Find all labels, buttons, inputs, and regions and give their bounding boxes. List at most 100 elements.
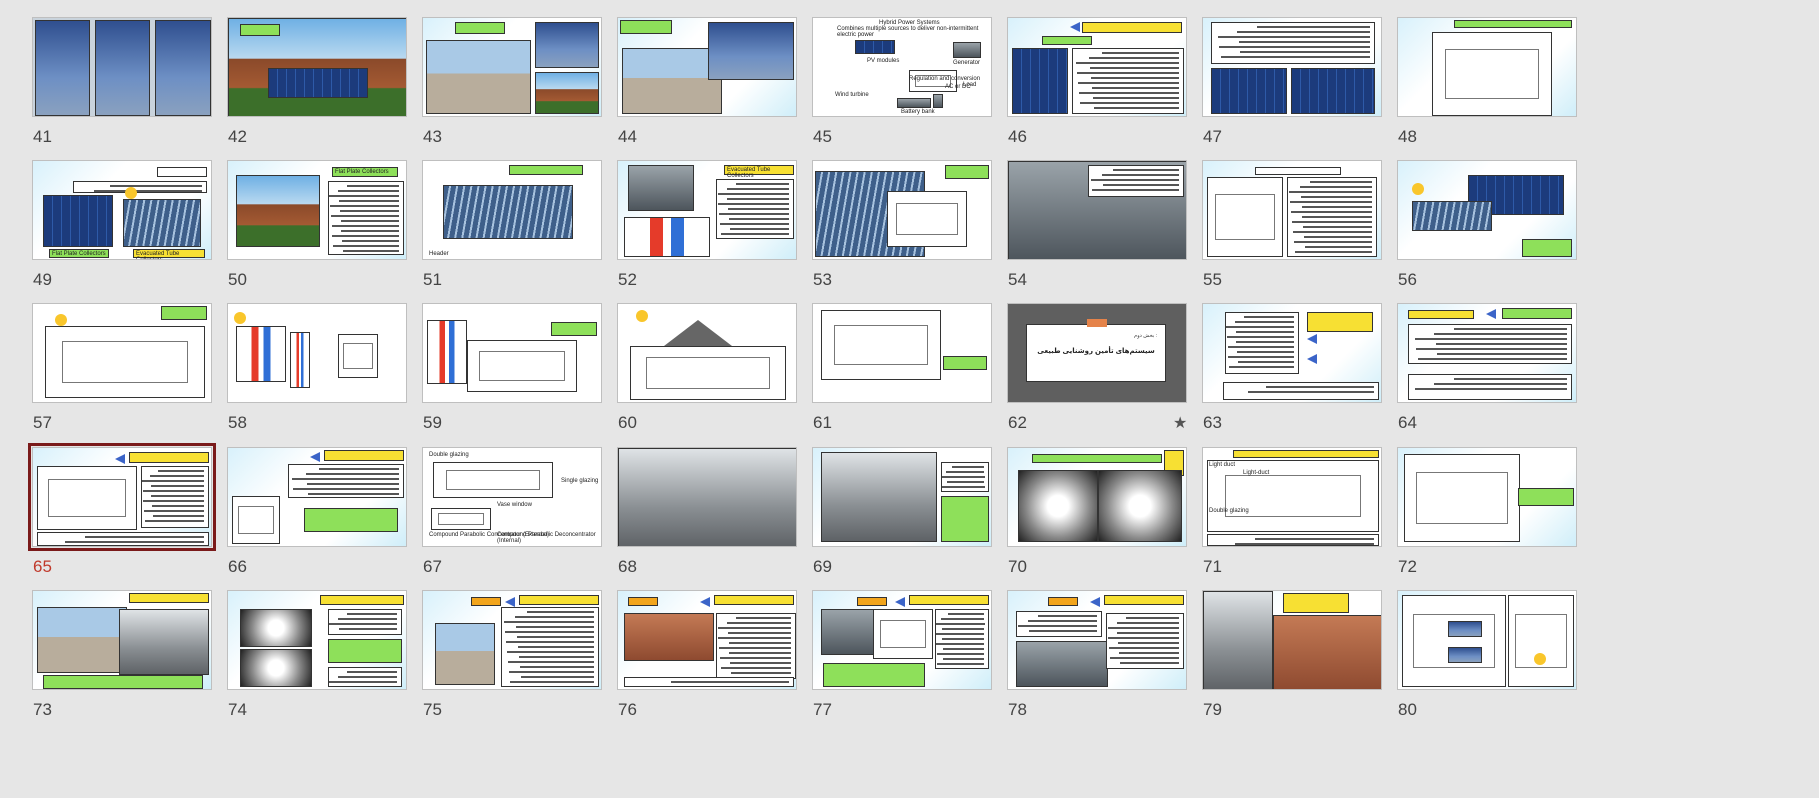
caption-tag	[43, 675, 203, 689]
slide-thumbnail-46[interactable]: 46	[1007, 17, 1191, 147]
slide-preview[interactable]: Evacuated Tube Collectors	[617, 160, 797, 260]
slide-preview[interactable]	[812, 303, 992, 403]
slide-number: 69	[813, 557, 832, 576]
text-line	[340, 220, 399, 222]
text-line	[506, 651, 594, 653]
slide-preview[interactable]	[32, 303, 212, 403]
slide-preview[interactable]: Hybrid Power Systems Combines multiple so…	[812, 17, 992, 117]
thumb-text-box	[1225, 312, 1299, 374]
slide-thumbnail-63[interactable]: 63	[1202, 303, 1386, 433]
slide-thumbnail-71[interactable]: Light-duct Light duct Double glazing 71	[1202, 447, 1386, 577]
slide-preview[interactable]	[1007, 447, 1187, 547]
slide-thumbnail-49[interactable]: Flat Plate Collectors Evacuated Tube Coll…	[32, 160, 216, 290]
slide-preview[interactable]	[812, 447, 992, 547]
slide-preview[interactable]: Light-duct Light duct Double glazing	[1202, 447, 1382, 547]
slide-preview[interactable]	[1397, 303, 1577, 403]
slide-thumbnail-73[interactable]: 73	[32, 590, 216, 720]
slide-thumbnail-72[interactable]: 72	[1397, 447, 1581, 577]
slide-thumbnail-75[interactable]: 75	[422, 590, 606, 720]
slide-preview[interactable]	[422, 590, 602, 690]
slide-preview[interactable]	[1202, 590, 1382, 690]
slide-preview[interactable]: Flat Plate Collectors	[227, 160, 407, 260]
slide-preview[interactable]	[422, 303, 602, 403]
slide-preview[interactable]	[32, 17, 212, 117]
text-line	[1237, 361, 1294, 363]
text-line	[331, 225, 399, 227]
slide-number: 67	[423, 557, 442, 576]
slide-preview[interactable]	[1007, 17, 1187, 117]
slide-thumbnail-52[interactable]: Evacuated Tube Collectors 52	[617, 160, 801, 290]
slide-preview[interactable]: Flat Plate Collectors Evacuated Tube Coll…	[32, 160, 212, 260]
text-line	[717, 627, 791, 629]
slide-thumbnail-48[interactable]: 48	[1397, 17, 1581, 147]
slide-thumbnail-68[interactable]: 68	[617, 447, 801, 577]
slide-thumbnail-69[interactable]: 69	[812, 447, 996, 577]
slide-thumbnail-79[interactable]: 79	[1202, 590, 1386, 720]
slide-thumbnail-74[interactable]: 74	[227, 590, 411, 720]
slide-thumbnail-70[interactable]: 70	[1007, 447, 1191, 577]
slide-preview[interactable]: Header	[422, 160, 602, 260]
slide-preview[interactable]	[422, 17, 602, 117]
slide-preview[interactable]	[227, 590, 407, 690]
slide-thumbnail-54[interactable]: 54	[1007, 160, 1191, 290]
slide-preview[interactable]	[28, 443, 216, 551]
slide-preview[interactable]	[617, 447, 797, 547]
slide-preview[interactable]	[1202, 303, 1382, 403]
storage-diagram	[1412, 201, 1492, 231]
slide-thumbnail-58[interactable]: 58	[227, 303, 411, 433]
slide-thumbnail-57[interactable]: 57	[32, 303, 216, 433]
text-line	[1299, 186, 1372, 188]
slide-preview[interactable]	[1007, 590, 1187, 690]
slide-thumbnail-47[interactable]: 47	[1202, 17, 1386, 147]
text-line	[1102, 52, 1179, 54]
slide-thumbnail-78[interactable]: 78	[1007, 590, 1191, 720]
slide-preview[interactable]	[227, 17, 407, 117]
thumb-text-box	[1223, 382, 1379, 400]
slide-preview[interactable]: بخش دوم : سیستم‌های تأمین روشنایی طبیعی	[1007, 303, 1187, 403]
slide-preview[interactable]	[32, 590, 212, 690]
slide-preview[interactable]	[227, 447, 407, 547]
slide-preview[interactable]	[1397, 160, 1577, 260]
slide-thumbnail-51[interactable]: Header 51	[422, 160, 606, 290]
slide-preview[interactable]	[812, 160, 992, 260]
slide-preview[interactable]	[1202, 17, 1382, 117]
slide-thumbnail-64[interactable]: 64	[1397, 303, 1581, 433]
slide-thumbnail-62[interactable]: بخش دوم : سیستم‌های تأمین روشنایی طبیعی ★ 6…	[1007, 303, 1191, 433]
text-line	[1077, 82, 1179, 84]
slide-thumbnail-55[interactable]: 55	[1202, 160, 1386, 290]
slide-thumbnail-80[interactable]: 80	[1397, 590, 1581, 720]
slide-preview[interactable]	[617, 590, 797, 690]
slide-thumbnail-66[interactable]: 66	[227, 447, 411, 577]
slide-preview[interactable]	[1397, 447, 1577, 547]
slide-thumbnail-77[interactable]: 77	[812, 590, 996, 720]
slide-preview[interactable]: Double glazing Single glazing Vase window C…	[422, 447, 602, 547]
slide-preview[interactable]	[1397, 17, 1577, 117]
slide-thumbnail-45[interactable]: Hybrid Power Systems Combines multiple so…	[812, 17, 996, 147]
slide-preview[interactable]	[1007, 160, 1187, 260]
section-subtitle: بخش دوم :	[1134, 333, 1157, 339]
slide-preview[interactable]	[617, 303, 797, 403]
slide-thumbnail-59[interactable]: 59	[422, 303, 606, 433]
text-line	[720, 657, 791, 659]
text-line	[1290, 201, 1372, 203]
slide-thumbnail-56[interactable]: 56	[1397, 160, 1581, 290]
slide-thumbnail-67[interactable]: Double glazing Single glazing Vase window C…	[422, 447, 606, 577]
slide-thumbnail-76[interactable]: 76	[617, 590, 801, 720]
slide-thumbnail-41[interactable]: 41	[32, 17, 216, 147]
section-title-box: بخش دوم : سیستم‌های تأمین روشنایی طبیعی	[1026, 319, 1166, 382]
slide-thumbnail-65[interactable]: 65	[28, 443, 216, 577]
text-line	[307, 493, 399, 495]
slide-thumbnail-42[interactable]: 42	[227, 17, 411, 147]
slide-number: 42	[228, 127, 247, 146]
slide-preview[interactable]	[227, 303, 407, 403]
slide-preview[interactable]	[812, 590, 992, 690]
slide-thumbnail-44[interactable]: 44	[617, 17, 801, 147]
slide-thumbnail-53[interactable]: 53	[812, 160, 996, 290]
slide-thumbnail-50[interactable]: Flat Plate Collectors 50	[227, 160, 411, 290]
slide-thumbnail-60[interactable]: 60	[617, 303, 801, 433]
slide-thumbnail-61[interactable]: 61	[812, 303, 996, 433]
slide-preview[interactable]	[617, 17, 797, 117]
slide-thumbnail-43[interactable]: 43	[422, 17, 606, 147]
slide-preview[interactable]	[1397, 590, 1577, 690]
slide-preview[interactable]	[1202, 160, 1382, 260]
